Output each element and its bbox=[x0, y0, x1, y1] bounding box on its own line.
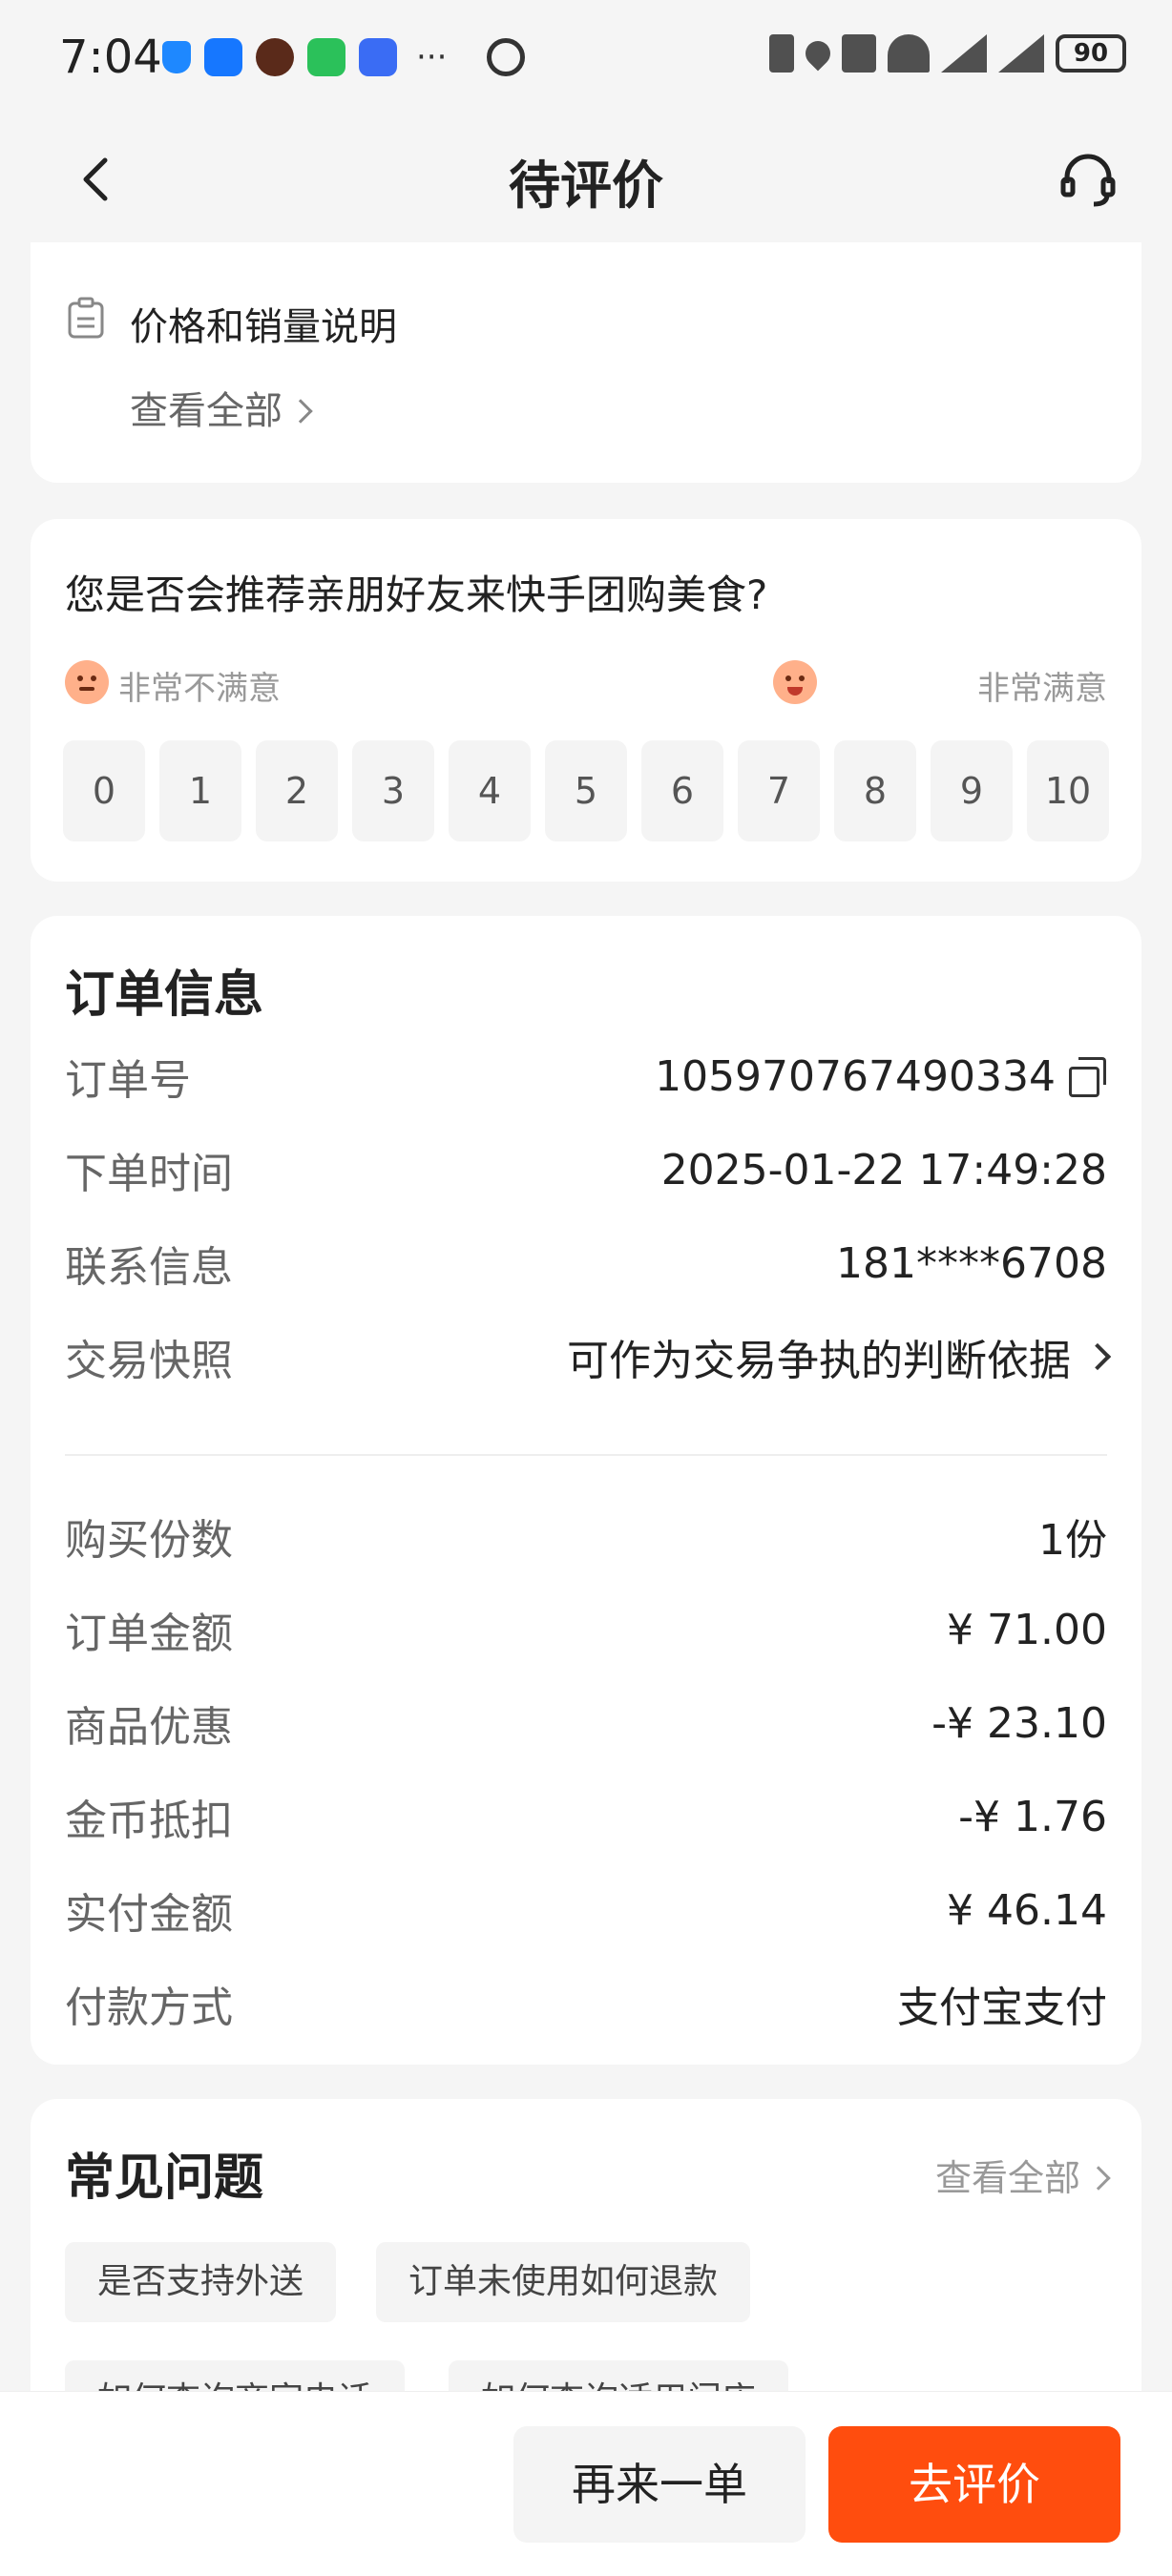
bottom-action-bar: 再来一单 去评价 bbox=[0, 2391, 1172, 2576]
order-amount-value: ¥ 71.00 bbox=[947, 1605, 1107, 1654]
quantity-row: 购买份数 1份 bbox=[65, 1507, 1107, 1565]
happy-face-icon bbox=[773, 660, 817, 704]
chevron-right-icon bbox=[288, 399, 313, 424]
rating-option-7[interactable]: 7 bbox=[738, 740, 820, 841]
order-time-value: 2025-01-22 17:49:28 bbox=[660, 1145, 1107, 1195]
order-info-title: 订单信息 bbox=[65, 966, 264, 1024]
discount-value: -¥ 23.10 bbox=[931, 1698, 1107, 1748]
price-notice-title: 价格和销量说明 bbox=[130, 305, 397, 349]
contact-value: 181****6708 bbox=[836, 1238, 1107, 1288]
contact-label: 联系信息 bbox=[65, 1243, 233, 1292]
blue-app-icon bbox=[359, 38, 397, 76]
order-amount-label: 订单金额 bbox=[65, 1610, 233, 1658]
snapshot-row[interactable]: 交易快照 可作为交易争执的判断依据 bbox=[65, 1328, 1112, 1385]
survey-high-label: 非常满意 bbox=[977, 670, 1107, 708]
discount-label: 商品优惠 bbox=[65, 1703, 233, 1752]
avatar-app-icon bbox=[256, 38, 294, 76]
contact-row: 联系信息 181****6708 bbox=[65, 1235, 1107, 1293]
faq-chip[interactable]: 订单未使用如何退款 bbox=[376, 2242, 751, 2322]
vibrate-icon bbox=[842, 34, 876, 73]
snapshot-value: 可作为交易争执的判断依据 bbox=[567, 1337, 1071, 1385]
payment-method-row: 付款方式 支付宝支付 bbox=[65, 1975, 1107, 2032]
rating-option-9[interactable]: 9 bbox=[931, 740, 1013, 841]
paid-amount-row: 实付金额 ¥ 46.14 bbox=[65, 1881, 1107, 1940]
paid-amount-value: ¥ 46.14 bbox=[947, 1885, 1107, 1935]
status-bar: 7:04 ··· 90 bbox=[0, 0, 1172, 116]
quantity-value: 1份 bbox=[1038, 1516, 1107, 1565]
rating-option-6[interactable]: 6 bbox=[641, 740, 723, 841]
payment-method-value: 支付宝支付 bbox=[897, 1984, 1107, 2032]
reorder-button[interactable]: 再来一单 bbox=[513, 2426, 806, 2543]
rating-option-3[interactable]: 3 bbox=[352, 740, 434, 841]
signal-icon-1 bbox=[941, 34, 987, 73]
rating-scale: 0 1 2 3 4 5 6 7 8 9 10 bbox=[63, 740, 1109, 841]
rating-option-4[interactable]: 4 bbox=[449, 740, 531, 841]
rating-option-5[interactable]: 5 bbox=[545, 740, 627, 841]
quantity-label: 购买份数 bbox=[65, 1516, 233, 1565]
wifi-icon bbox=[888, 34, 930, 73]
price-notice-view-all-label: 查看全部 bbox=[130, 389, 283, 433]
document-icon bbox=[68, 297, 104, 339]
recommend-survey-card: 您是否会推荐亲朋好友来快手团购美食? 非常不满意 非常满意 0 1 2 3 4 … bbox=[31, 519, 1141, 882]
notification-icons: ··· bbox=[162, 38, 526, 76]
location-icon bbox=[800, 35, 836, 72]
more-notifications-icon: ··· bbox=[416, 38, 448, 76]
divider bbox=[65, 1454, 1107, 1456]
nav-bar: 待评价 bbox=[0, 116, 1172, 242]
neutral-face-icon bbox=[65, 660, 109, 704]
review-button[interactable]: 去评价 bbox=[828, 2426, 1120, 2543]
rating-option-10[interactable]: 10 bbox=[1027, 740, 1109, 841]
rating-option-0[interactable]: 0 bbox=[63, 740, 145, 841]
rating-option-1[interactable]: 1 bbox=[159, 740, 241, 841]
faq-title: 常见问题 bbox=[65, 2150, 264, 2207]
order-amount-row: 订单金额 ¥ 71.00 bbox=[65, 1601, 1107, 1659]
bluetooth-icon bbox=[769, 34, 794, 73]
order-number-row: 订单号 105970767490334 bbox=[65, 1048, 1107, 1105]
payment-method-label: 付款方式 bbox=[65, 1984, 233, 2032]
survey-question: 您是否会推荐亲朋好友来快手团购美食? bbox=[65, 571, 768, 618]
battery-icon: 90 bbox=[1056, 34, 1126, 73]
order-info-card: 订单信息 订单号 105970767490334 下单时间 2025-01-22… bbox=[31, 916, 1141, 2065]
faq-chip[interactable]: 是否支持外送 bbox=[65, 2242, 337, 2322]
page-title: 待评价 bbox=[509, 156, 663, 216]
rating-option-8[interactable]: 8 bbox=[834, 740, 916, 841]
chevron-right-icon bbox=[1086, 2166, 1111, 2191]
price-notice-card: 价格和销量说明 查看全部 bbox=[31, 242, 1141, 483]
order-number-label: 订单号 bbox=[65, 1056, 191, 1105]
shield-app-icon bbox=[162, 41, 191, 73]
snapshot-label: 交易快照 bbox=[65, 1337, 233, 1385]
wechat-app-icon bbox=[307, 38, 345, 76]
order-number-value: 105970767490334 bbox=[655, 1051, 1056, 1101]
signal-icon-2 bbox=[998, 34, 1044, 73]
price-notice-view-all[interactable]: 查看全部 bbox=[130, 380, 313, 435]
coin-deduction-label: 金币抵扣 bbox=[65, 1797, 233, 1845]
order-time-label: 下单时间 bbox=[65, 1150, 233, 1198]
alipay-app-icon bbox=[204, 38, 242, 76]
faq-view-all[interactable]: 查看全部 bbox=[934, 2149, 1111, 2201]
order-time-row: 下单时间 2025-01-22 17:49:28 bbox=[65, 1141, 1107, 1199]
coin-deduction-value: -¥ 1.76 bbox=[958, 1792, 1107, 1841]
system-icons: 90 bbox=[769, 34, 1126, 73]
coin-deduction-row: 金币抵扣 -¥ 1.76 bbox=[65, 1788, 1107, 1846]
paid-amount-label: 实付金额 bbox=[65, 1890, 233, 1939]
survey-low-label: 非常不满意 bbox=[118, 670, 281, 708]
faq-view-all-label: 查看全部 bbox=[934, 2157, 1080, 2199]
copy-icon[interactable] bbox=[1069, 1057, 1107, 1097]
rating-option-2[interactable]: 2 bbox=[256, 740, 338, 841]
alarm-icon bbox=[487, 38, 526, 76]
status-time: 7:04 bbox=[59, 31, 162, 84]
discount-row: 商品优惠 -¥ 23.10 bbox=[65, 1694, 1107, 1753]
chevron-right-icon bbox=[1083, 1342, 1112, 1371]
customer-service-icon[interactable] bbox=[1057, 149, 1119, 210]
